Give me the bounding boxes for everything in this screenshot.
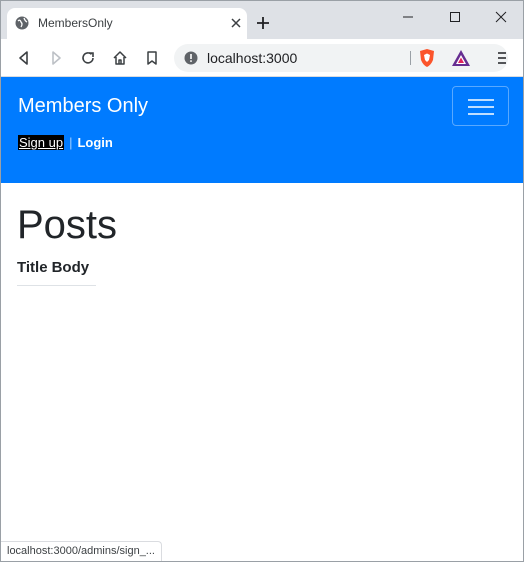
tab-title: MembersOnly bbox=[38, 16, 113, 30]
home-icon[interactable] bbox=[111, 49, 129, 67]
site-navbar: Members Only Sign up | Login bbox=[1, 77, 523, 183]
link-separator: | bbox=[69, 135, 73, 150]
browser-window: MembersOnly localhost:3000 Members Only … bbox=[0, 0, 524, 562]
tab-strip: MembersOnly bbox=[1, 1, 523, 39]
back-icon[interactable] bbox=[15, 49, 33, 67]
url-text: localhost:3000 bbox=[207, 50, 298, 66]
close-icon[interactable] bbox=[229, 16, 243, 30]
web-page: Members Only Sign up | Login Posts Title Bo… bbox=[1, 77, 523, 561]
info-icon[interactable] bbox=[184, 51, 198, 65]
menu-icon[interactable] bbox=[493, 49, 511, 67]
maximize-icon[interactable] bbox=[445, 7, 465, 27]
login-link[interactable]: Login bbox=[77, 135, 112, 150]
brave-shield-icon[interactable] bbox=[418, 48, 436, 68]
omnibox-separator bbox=[410, 51, 411, 65]
close-icon[interactable] bbox=[491, 7, 511, 27]
hamburger-bar bbox=[468, 99, 494, 101]
auth-links: Sign up | Login bbox=[18, 135, 113, 150]
column-header-body: Body bbox=[51, 259, 90, 276]
forward-icon[interactable] bbox=[47, 49, 65, 67]
bookmark-icon[interactable] bbox=[143, 49, 161, 67]
minimize-icon[interactable] bbox=[398, 7, 418, 27]
column-header-title: Title bbox=[17, 259, 48, 276]
reload-icon[interactable] bbox=[79, 49, 97, 67]
status-bar-url: localhost:3000/admins/sign_... bbox=[1, 541, 162, 561]
signup-link[interactable]: Sign up bbox=[18, 135, 65, 150]
browser-toolbar: localhost:3000 bbox=[1, 39, 523, 77]
address-bar[interactable]: localhost:3000 bbox=[174, 44, 508, 72]
brave-rewards-icon[interactable] bbox=[451, 49, 471, 67]
browser-tab[interactable]: MembersOnly bbox=[7, 8, 247, 39]
hamburger-bar bbox=[468, 113, 494, 115]
page-title: Posts bbox=[17, 203, 118, 247]
site-brand[interactable]: Members Only bbox=[18, 95, 148, 118]
posts-table-header: Title Body bbox=[17, 259, 96, 286]
navbar-toggler-button[interactable] bbox=[452, 86, 509, 126]
hamburger-bar bbox=[468, 106, 494, 108]
globe-icon bbox=[15, 16, 29, 30]
plus-icon[interactable] bbox=[254, 14, 272, 32]
